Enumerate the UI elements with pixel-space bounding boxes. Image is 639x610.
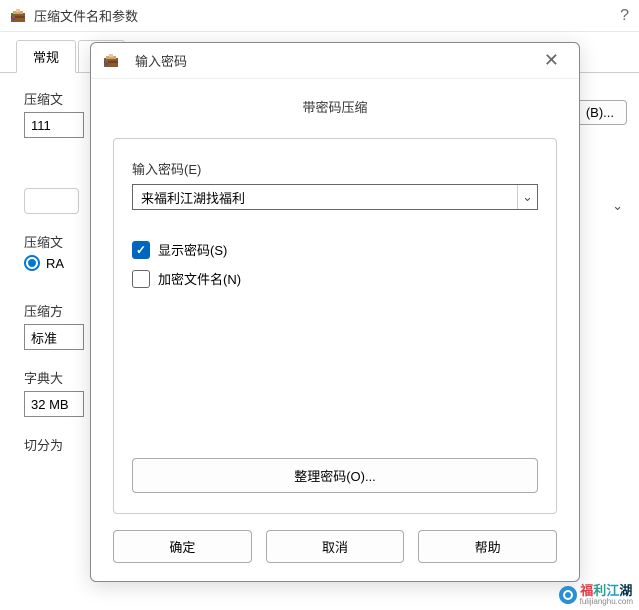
radio-icon xyxy=(24,255,40,271)
password-input[interactable] xyxy=(133,185,517,209)
modal-body: 带密码压缩 输入密码(E) ⌄ 显示密码(S) 加密文件名(N) xyxy=(91,79,579,581)
app-icon xyxy=(103,53,119,69)
modal-title: 输入密码 xyxy=(135,51,187,70)
main-titlebar: 压缩文件名和参数 ? xyxy=(0,0,639,32)
tab-general[interactable]: 常规 xyxy=(16,40,76,73)
checkbox-icon xyxy=(132,241,150,259)
filename-input[interactable] xyxy=(24,112,84,138)
modal-ok-button[interactable]: 确定 xyxy=(113,530,252,563)
modal-help-button[interactable]: 帮助 xyxy=(418,530,557,563)
watermark-text: 福利江湖 xyxy=(580,583,632,598)
modal-subtitle: 带密码压缩 xyxy=(113,97,557,116)
modal-cancel-button[interactable]: 取消 xyxy=(266,530,405,563)
chevron-down-icon[interactable]: ⌄ xyxy=(517,185,537,209)
password-dialog: 输入密码 ✕ 带密码压缩 输入密码(E) ⌄ 显示密码(S) 加密文件名(N) xyxy=(90,42,580,582)
browse-button[interactable]: (B)... xyxy=(573,100,627,125)
modal-buttons: 确定 取消 帮助 xyxy=(113,530,557,563)
watermark: 福利江湖 fulijianghu.com xyxy=(558,583,633,606)
dict-value: 32 MB xyxy=(31,397,69,412)
organize-passwords-button[interactable]: 整理密码(O)... xyxy=(132,458,538,493)
watermark-url: fulijianghu.com xyxy=(580,598,633,606)
password-combo: ⌄ xyxy=(132,184,538,210)
help-icon[interactable]: ? xyxy=(620,7,629,25)
close-icon[interactable]: ✕ xyxy=(536,46,567,75)
method-value: 标准 xyxy=(31,328,57,347)
chevron-down-icon[interactable]: ⌄ xyxy=(612,198,623,214)
encrypt-names-checkbox[interactable]: 加密文件名(N) xyxy=(132,269,538,288)
show-password-checkbox[interactable]: 显示密码(S) xyxy=(132,240,538,259)
password-label: 输入密码(E) xyxy=(132,159,538,178)
password-panel: 输入密码(E) ⌄ 显示密码(S) 加密文件名(N) 整理密码(O)... xyxy=(113,138,557,514)
modal-titlebar: 输入密码 ✕ xyxy=(91,43,579,79)
checkbox-icon xyxy=(132,270,150,288)
app-icon xyxy=(10,8,26,24)
watermark-icon xyxy=(558,585,578,605)
main-window-title: 压缩文件名和参数 xyxy=(34,6,138,25)
